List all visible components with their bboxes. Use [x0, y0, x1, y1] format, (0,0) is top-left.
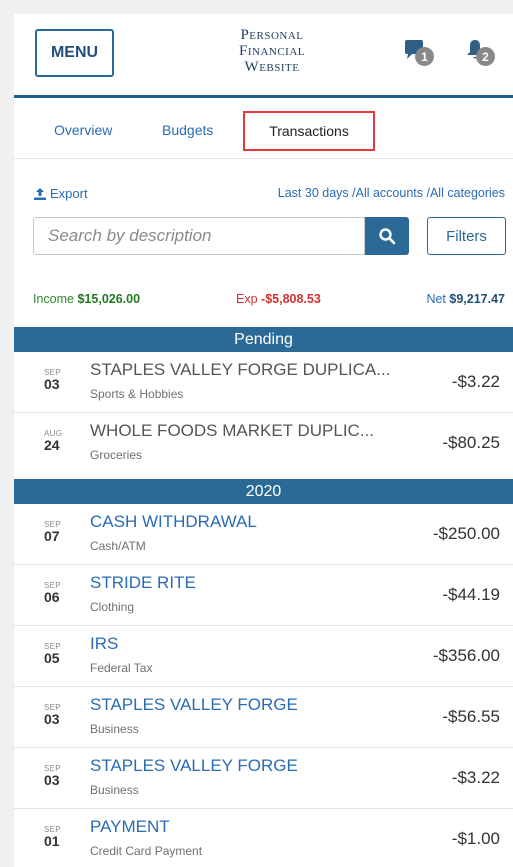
app-screen: MENU Personal Financial Website 1 2 Over… [14, 14, 513, 867]
transaction-category: Clothing [90, 600, 135, 614]
transaction-description: STAPLES VALLEY FORGE DUPLICA... [90, 360, 391, 379]
net-label: Net [426, 292, 446, 306]
transaction-date: SEP 01 [44, 825, 72, 849]
transaction-row[interactable]: SEP 01 PAYMENT Credit Card Payment -$1.0… [14, 809, 513, 867]
transaction-description[interactable]: CASH WITHDRAWAL [90, 512, 430, 532]
date-day: 24 [44, 437, 60, 453]
tab-transactions[interactable]: Transactions [243, 111, 375, 151]
transaction-description[interactable]: PAYMENT [90, 817, 430, 837]
transaction-description[interactable]: STAPLES VALLEY FORGE [90, 695, 430, 715]
income-value: $15,026.00 [77, 292, 141, 306]
search-input[interactable] [33, 217, 365, 255]
tab-budgets[interactable]: Budgets [162, 122, 213, 138]
transaction-description: WHOLE FOODS MARKET DUPLIC... [90, 421, 375, 440]
site-title-line: Financial [239, 43, 305, 59]
section-header-pending: Pending [14, 327, 513, 352]
transaction-row[interactable]: SEP 03 STAPLES VALLEY FORGE DUPLICA... S… [14, 352, 513, 413]
transaction-description[interactable]: IRS [90, 634, 430, 654]
notifications-badge: 2 [476, 47, 495, 66]
expense-label: Exp [236, 292, 258, 306]
filters-button[interactable]: Filters [427, 217, 506, 255]
date-day: 03 [44, 376, 60, 392]
transaction-row[interactable]: SEP 06 STRIDE RITE Clothing -$44.19 [14, 565, 513, 626]
transaction-category: Business [90, 722, 139, 736]
menu-button[interactable]: MENU [35, 29, 114, 77]
transaction-category: Business [90, 783, 139, 797]
transaction-row[interactable]: SEP 03 STAPLES VALLEY FORGE Business -$3… [14, 748, 513, 809]
tab-bar: Overview Budgets Transactions [14, 110, 513, 159]
notifications-icon[interactable]: 2 [463, 38, 495, 66]
date-day: 07 [44, 528, 60, 544]
search-icon [379, 228, 396, 245]
export-icon [34, 187, 46, 200]
transaction-row[interactable]: SEP 07 CASH WITHDRAWAL Cash/ATM -$250.00 [14, 504, 513, 565]
net-summary: Net $9,217.47 [426, 292, 505, 306]
export-label: Export [50, 186, 88, 201]
transaction-category: Credit Card Payment [90, 844, 203, 858]
date-account-category-filter-link[interactable]: Last 30 days /All accounts /All categori… [278, 186, 505, 200]
transaction-amount: -$80.25 [442, 433, 500, 452]
header-divider [14, 95, 513, 98]
transaction-category: Sports & Hobbies [90, 387, 184, 401]
tab-overview[interactable]: Overview [54, 122, 112, 138]
date-day: 03 [44, 772, 60, 788]
transaction-amount: -$1.00 [451, 829, 500, 848]
transaction-category: Federal Tax [90, 661, 153, 675]
transaction-amount: -$44.19 [442, 585, 500, 604]
income-label: Income [33, 292, 74, 306]
income-summary: Income $15,026.00 [33, 292, 140, 306]
transaction-amount: -$3.22 [451, 768, 500, 787]
messages-badge: 1 [415, 47, 434, 66]
expense-value: -$5,808.53 [261, 292, 321, 306]
transaction-row[interactable]: AUG 24 WHOLE FOODS MARKET DUPLIC... Groc… [14, 413, 513, 474]
transaction-date: SEP 06 [44, 581, 72, 605]
date-day: 03 [44, 711, 60, 727]
transaction-amount: -$250.00 [432, 524, 500, 543]
expense-summary: Exp -$5,808.53 [236, 292, 321, 306]
transaction-date: SEP 05 [44, 642, 72, 666]
site-title-line: Personal [240, 27, 304, 43]
transaction-description[interactable]: STAPLES VALLEY FORGE [90, 756, 430, 776]
transaction-date: SEP 03 [44, 764, 72, 788]
transaction-date: AUG 24 [44, 429, 72, 453]
transaction-amount: -$56.55 [442, 707, 500, 726]
net-value: $9,217.47 [449, 292, 505, 306]
transaction-date: SEP 03 [44, 703, 72, 727]
transaction-row[interactable]: SEP 05 IRS Federal Tax -$356.00 [14, 626, 513, 687]
header: MENU Personal Financial Website 1 2 [14, 14, 513, 98]
messages-icon[interactable]: 1 [402, 38, 434, 66]
transaction-date: SEP 03 [44, 368, 72, 392]
transaction-row[interactable]: SEP 03 STAPLES VALLEY FORGE Business -$5… [14, 687, 513, 748]
transaction-category: Cash/ATM [90, 539, 146, 553]
site-title-line: Website [244, 59, 300, 75]
section-header-year: 2020 [14, 479, 513, 504]
date-day: 01 [44, 833, 60, 849]
transaction-date: SEP 07 [44, 520, 72, 544]
transaction-amount: -$3.22 [451, 372, 500, 391]
export-link[interactable]: Export [33, 186, 88, 201]
transaction-amount: -$356.00 [432, 646, 500, 665]
date-day: 05 [44, 650, 60, 666]
date-day: 06 [44, 589, 60, 605]
site-title[interactable]: Personal Financial Website [207, 27, 337, 75]
transaction-category: Groceries [90, 448, 143, 462]
search-button[interactable] [365, 217, 409, 255]
transaction-description[interactable]: STRIDE RITE [90, 573, 430, 593]
